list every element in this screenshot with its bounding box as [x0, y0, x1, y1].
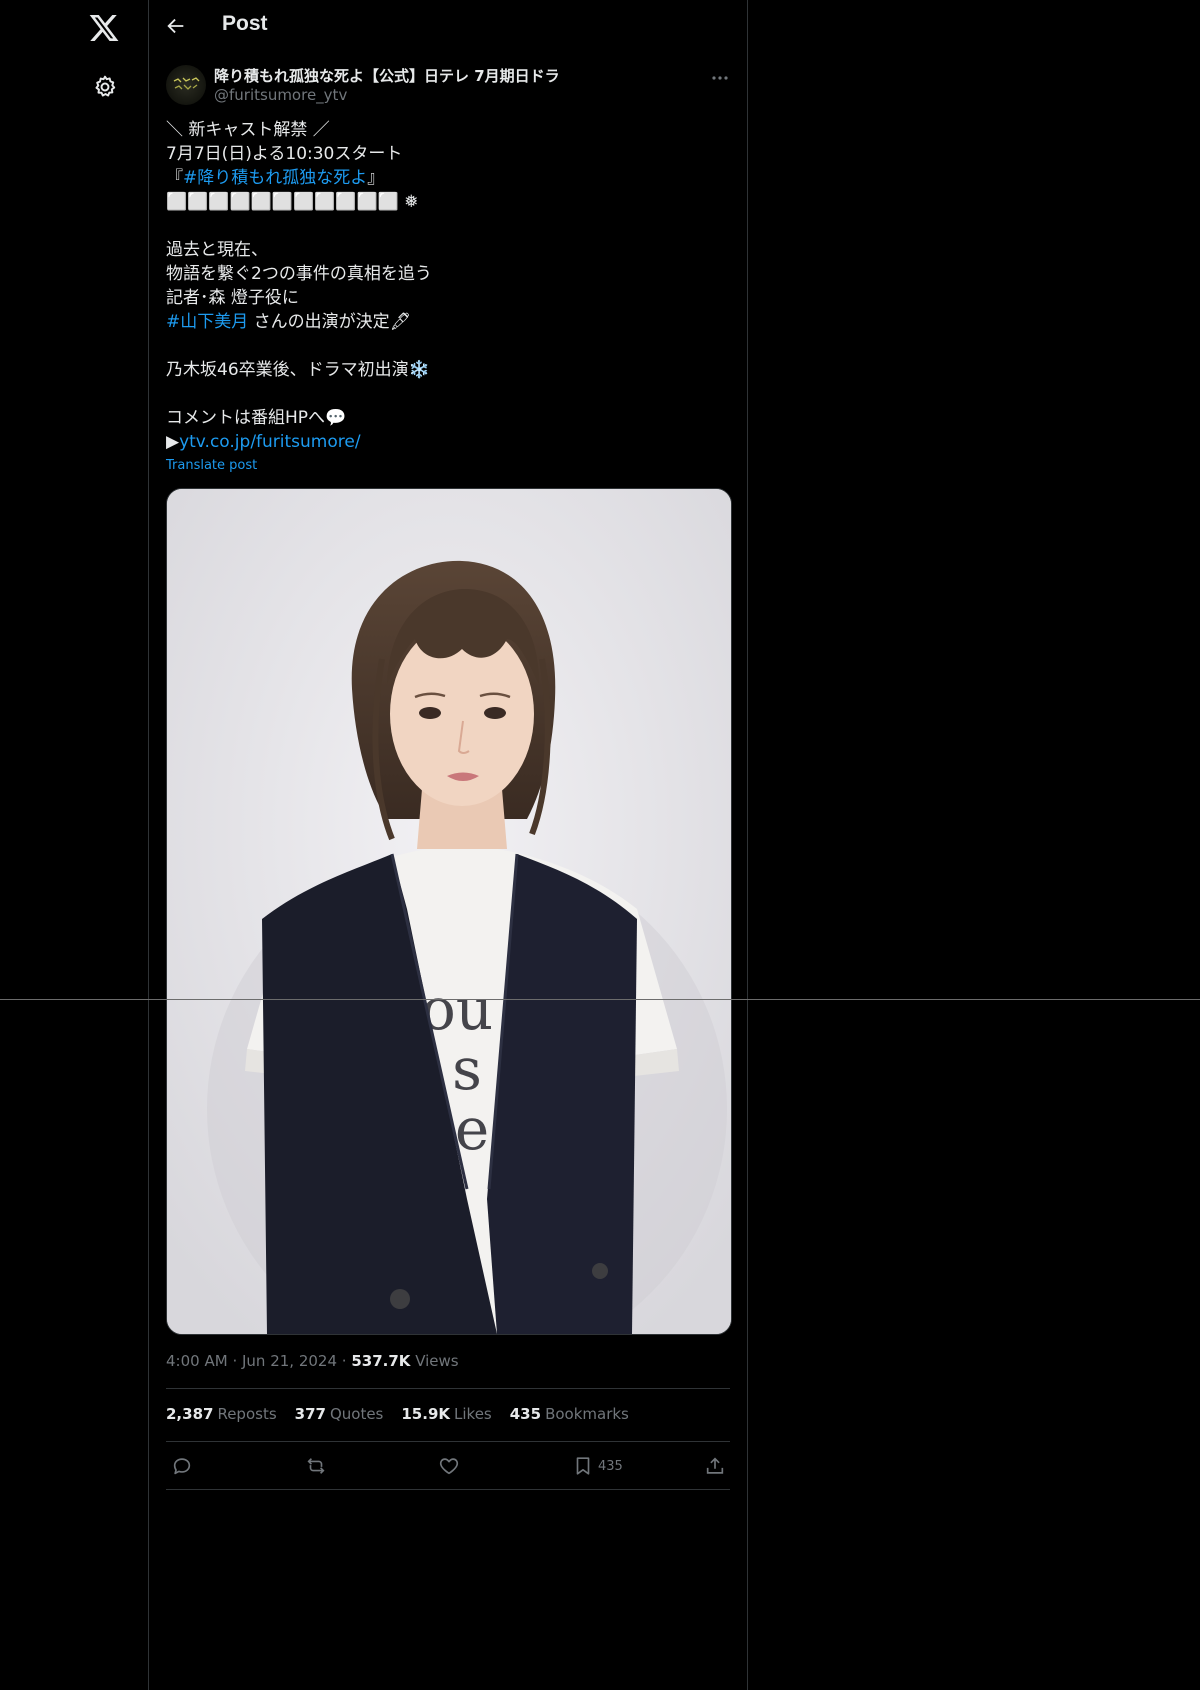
- url-link[interactable]: ytv.co.jp/furitsumore/: [179, 432, 361, 452]
- bookmark-icon[interactable]: 435: [572, 1452, 623, 1480]
- nav-rail: [0, 0, 149, 1690]
- page: Post 降り積もれ孤独な死よ【公式】日テレ 7月期日ドラ @furitsumo…: [0, 0, 1200, 1690]
- meta-separator: ·: [232, 1352, 242, 1370]
- stat-quotes[interactable]: 377 Quotes: [295, 1405, 384, 1423]
- heart-icon[interactable]: [438, 1452, 460, 1480]
- text-segment: 7月7日(日)よる10:30スタート: [166, 144, 403, 164]
- post-text-line: 乃木坂46卒業後、ドラマ初出演❄️: [166, 358, 726, 382]
- author-name[interactable]: 降り積もれ孤独な死よ【公式】日テレ 7月期日ドラ: [214, 65, 560, 86]
- translate-post-link[interactable]: Translate post: [166, 458, 257, 473]
- post-text-line: 記者･森 燈子役に: [166, 286, 726, 310]
- post-meta: 4:00 AM · Jun 21, 2024 · 537.7K Views: [166, 1352, 459, 1370]
- stat-reposts[interactable]: 2,387 Reposts: [166, 1405, 277, 1423]
- repost-icon[interactable]: [304, 1452, 328, 1480]
- post-text-line: 『#降り積もれ孤独な死よ』: [166, 166, 726, 190]
- text-segment: 過去と現在、: [166, 240, 268, 260]
- text-segment: 物語を繋ぐ2つの事件の真相を追う: [166, 264, 432, 284]
- post-date[interactable]: Jun 21, 2024: [242, 1352, 337, 1370]
- more-dots-icon[interactable]: [710, 68, 730, 88]
- gear-icon[interactable]: [92, 74, 118, 100]
- text-segment: ⬜⬜⬜⬜⬜⬜⬜⬜⬜⬜⬜ ❅: [166, 192, 419, 212]
- divider: [166, 1388, 730, 1389]
- hashtag-link[interactable]: #山下美月: [166, 312, 248, 332]
- views-label: Views: [415, 1352, 459, 1370]
- text-segment: ▶: [166, 432, 180, 452]
- stat-label: Likes: [454, 1405, 492, 1423]
- post-image[interactable]: ou s e: [166, 488, 732, 1335]
- post-text-line: 物語を繋ぐ2つの事件の真相を追う: [166, 262, 726, 286]
- stat-count: 15.9K: [401, 1405, 451, 1423]
- cursor-guide-line: [0, 999, 1200, 1000]
- views-count: 537.7K: [351, 1352, 411, 1370]
- divider: [166, 1489, 730, 1490]
- back-arrow-icon[interactable]: [165, 15, 187, 37]
- author-handle[interactable]: @furitsumore_ytv: [214, 86, 347, 104]
- text-segment: 記者･森 燈子役に: [166, 288, 299, 308]
- x-logo-icon[interactable]: [88, 12, 120, 44]
- stat-count: 377: [294, 1405, 326, 1423]
- hashtag-link[interactable]: #降り積もれ孤独な死よ: [183, 168, 367, 188]
- engagement-stats: 2,387 Reposts 377 Quotes 15.9K Likes 435 Bookma…: [166, 1405, 647, 1423]
- text-segment: 『: [166, 168, 183, 188]
- main-column: Post 降り積もれ孤独な死よ【公式】日テレ 7月期日ドラ @furitsumo…: [149, 0, 748, 1690]
- action-bar: 435: [166, 1452, 730, 1484]
- post-time[interactable]: 4:00 AM: [166, 1352, 228, 1370]
- divider: [166, 1441, 730, 1442]
- stat-label: Reposts: [217, 1405, 277, 1423]
- text-segment: 乃木坂46卒業後、ドラマ初出演❄️: [166, 360, 430, 380]
- post-text: ＼ 新キャスト解禁 ／ 7月7日(日)よる10:30スタート 『#降り積もれ孤独な死…: [166, 118, 726, 454]
- text-segment: ＼ 新キャスト解禁 ／: [166, 120, 330, 140]
- post-text-line: ⬜⬜⬜⬜⬜⬜⬜⬜⬜⬜⬜ ❅: [166, 190, 726, 214]
- stat-count: 2,387: [166, 1405, 214, 1423]
- bookmark-count: 435: [598, 1458, 623, 1474]
- avatar[interactable]: [166, 65, 206, 105]
- post-text-line: 過去と現在、: [166, 238, 726, 262]
- post-text-line: ▶ytv.co.jp/furitsumore/: [166, 430, 726, 454]
- stat-label: Bookmarks: [545, 1405, 629, 1423]
- post-text-line: 7月7日(日)よる10:30スタート: [166, 142, 726, 166]
- post-text-line: コメントは番組HPへ💬: [166, 406, 726, 430]
- portrait-photo: ou s e: [167, 489, 731, 1334]
- text-segment: さんの出演が決定🖋: [248, 312, 412, 332]
- post-author: 降り積もれ孤独な死よ【公式】日テレ 7月期日ドラ @furitsumore_yt…: [166, 64, 731, 108]
- reply-icon[interactable]: [171, 1452, 193, 1480]
- post-text-line: #山下美月 さんの出演が決定🖋: [166, 310, 726, 334]
- stat-label: Quotes: [329, 1405, 384, 1423]
- page-title: Post: [222, 12, 268, 35]
- svg-text:s: s: [452, 1035, 482, 1103]
- stat-likes[interactable]: 15.9K Likes: [401, 1405, 491, 1423]
- text-segment: コメントは番組HPへ💬: [166, 408, 347, 428]
- post-text-line: ＼ 新キャスト解禁 ／: [166, 118, 726, 142]
- share-icon[interactable]: [704, 1452, 726, 1480]
- stat-count: 435: [509, 1405, 542, 1423]
- text-segment: 』: [367, 168, 385, 188]
- header: Post: [149, 0, 747, 53]
- stat-bookmarks[interactable]: 435 Bookmarks: [510, 1405, 629, 1423]
- meta-separator: ·: [341, 1352, 352, 1370]
